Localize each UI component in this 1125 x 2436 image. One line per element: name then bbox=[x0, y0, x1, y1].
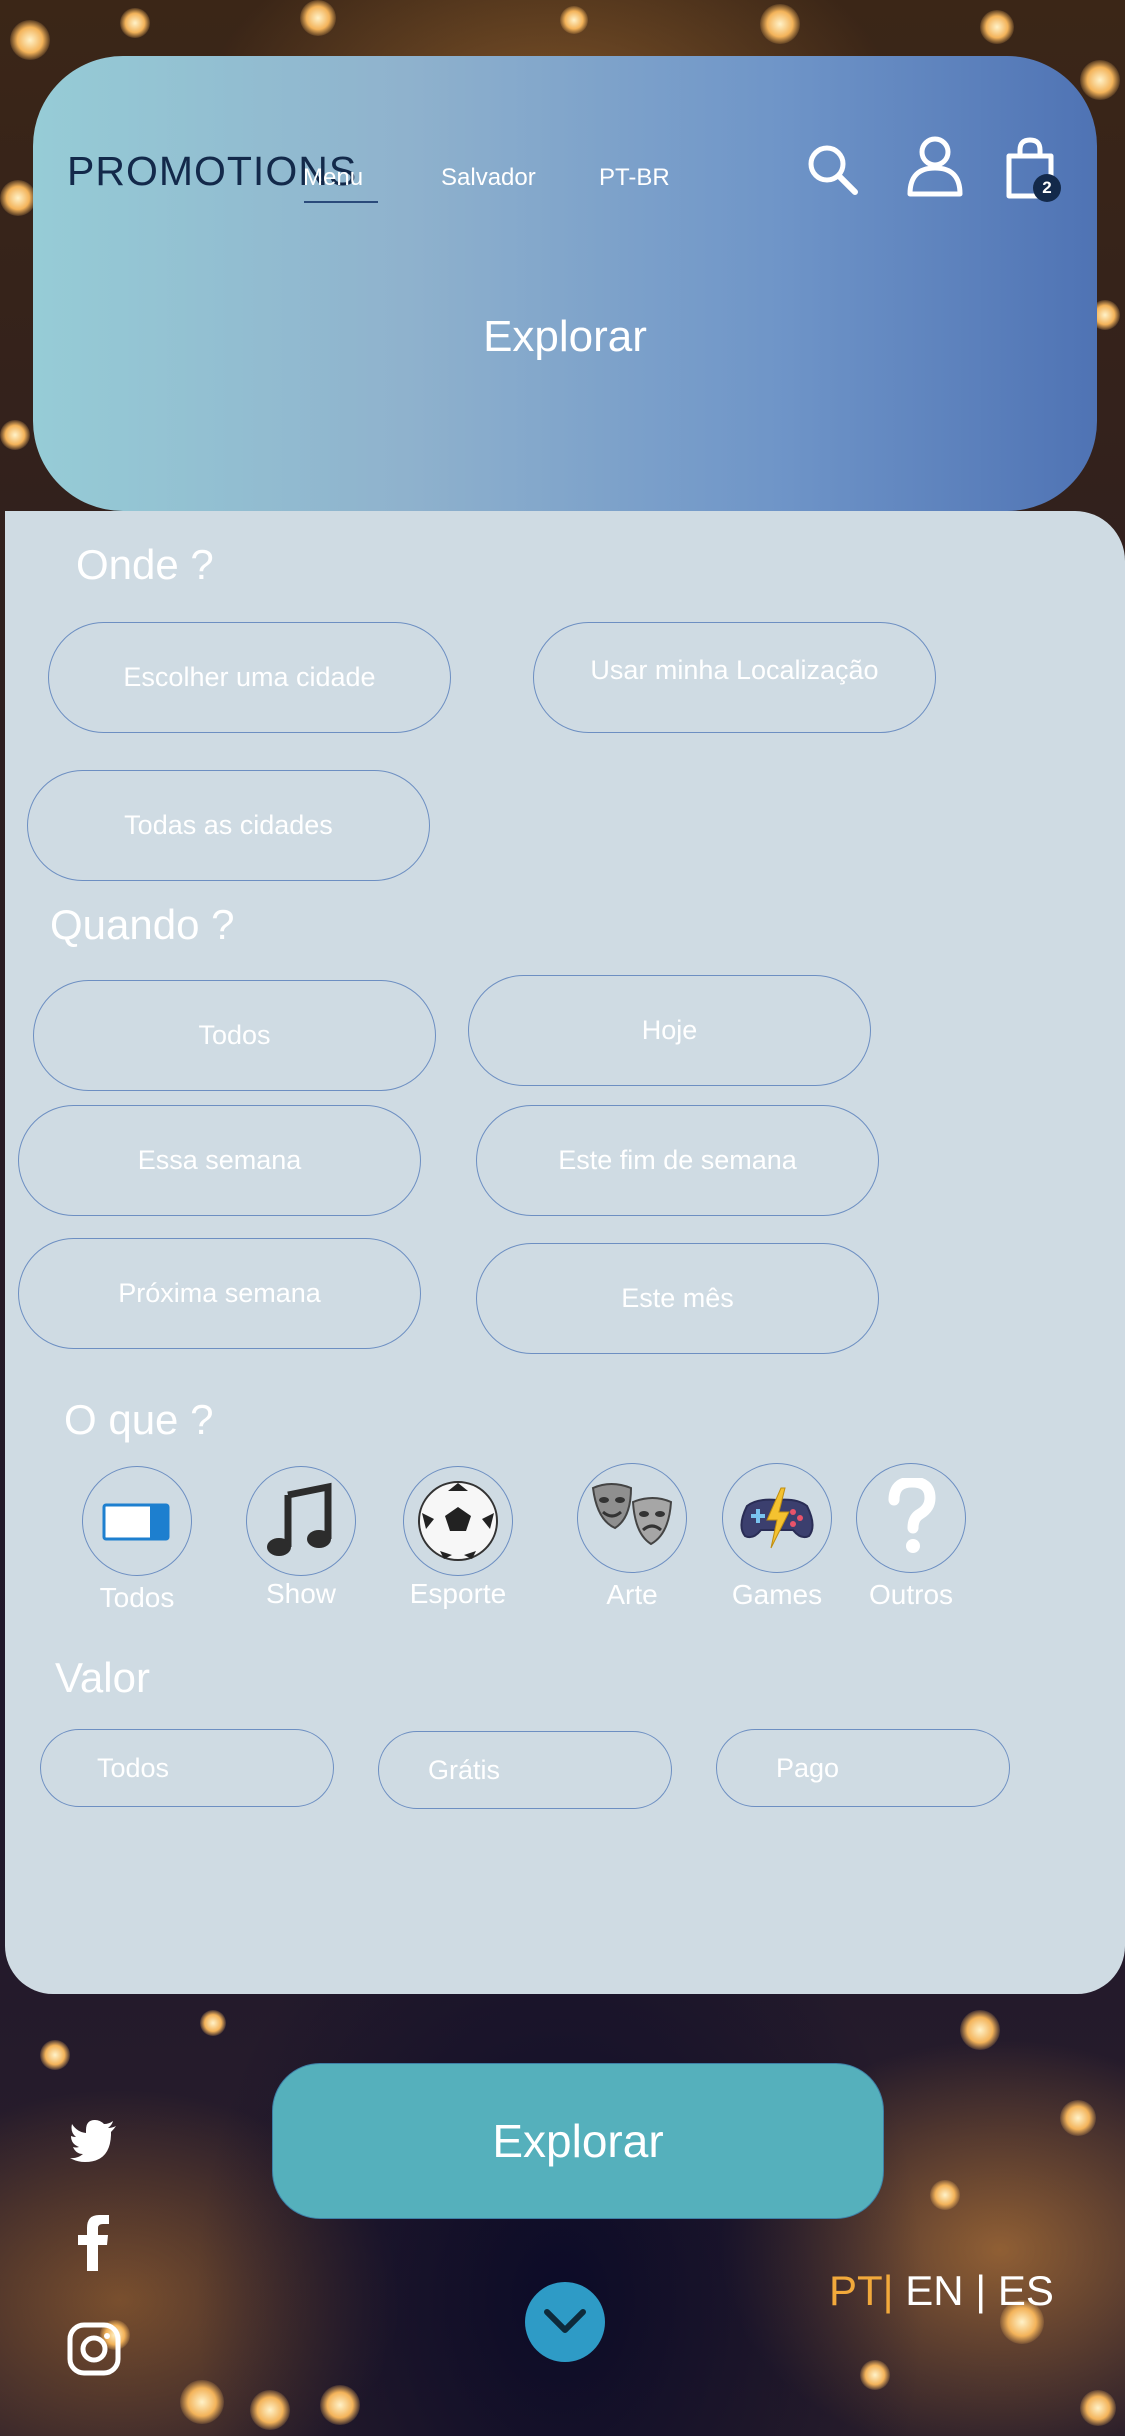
when-next-week-button[interactable]: Próxima semana bbox=[18, 1238, 421, 1349]
category-others[interactable]: Outros bbox=[855, 1463, 967, 1611]
filter-panel: Onde ? Escolher uma cidade Usar minha Lo… bbox=[5, 511, 1125, 1994]
nav-menu-underline bbox=[304, 201, 378, 203]
when-this-month-button[interactable]: Este mês bbox=[476, 1243, 879, 1354]
category-label: Todos bbox=[99, 1582, 175, 1613]
soccer-ball-icon bbox=[418, 1481, 498, 1561]
where-section-title: Onde ? bbox=[76, 541, 214, 588]
scroll-down-button[interactable] bbox=[525, 2282, 605, 2362]
price-section-title: Valor bbox=[55, 1654, 150, 1701]
when-all-button[interactable]: Todos bbox=[33, 980, 436, 1091]
toggle-icon bbox=[102, 1503, 170, 1541]
music-note-icon bbox=[267, 1482, 332, 1556]
language-separator: | bbox=[975, 2267, 987, 2314]
chevron-down-icon bbox=[544, 2309, 586, 2333]
price-free-button[interactable]: Grátis bbox=[378, 1731, 672, 1809]
explore-button[interactable]: Explorar bbox=[272, 2063, 884, 2219]
search-icon[interactable] bbox=[805, 142, 861, 203]
price-paid-button[interactable]: Pago bbox=[716, 1729, 1010, 1807]
question-mark-icon bbox=[888, 1478, 936, 1553]
when-this-week-button[interactable]: Essa semana bbox=[18, 1105, 421, 1216]
category-all[interactable]: Todos bbox=[81, 1466, 193, 1614]
category-label: Show bbox=[265, 1578, 337, 1609]
use-location-button[interactable]: Usar minha Localização bbox=[533, 622, 936, 733]
gamepad-icon bbox=[740, 1487, 814, 1549]
category-sports[interactable]: Esporte bbox=[402, 1466, 514, 1610]
instagram-icon[interactable] bbox=[67, 2322, 121, 2381]
facebook-icon[interactable] bbox=[78, 2215, 110, 2276]
page-title: Explorar bbox=[483, 312, 647, 361]
price-all-button[interactable]: Todos bbox=[40, 1729, 334, 1807]
when-section-title: Quando ? bbox=[50, 901, 235, 948]
all-cities-button[interactable]: Todas as cidades bbox=[27, 770, 430, 881]
cart-count-badge: 2 bbox=[1033, 174, 1061, 202]
nav-language-link[interactable]: PT-BR bbox=[599, 164, 670, 192]
when-today-button[interactable]: Hoje bbox=[468, 975, 871, 1086]
category-games[interactable]: Games bbox=[721, 1463, 833, 1611]
user-icon[interactable] bbox=[905, 134, 965, 203]
twitter-icon[interactable] bbox=[70, 2120, 118, 2167]
category-show[interactable]: Show bbox=[245, 1466, 357, 1610]
header-card: PROMOTIONS Menu Salvador PT-BR 2 Explora… bbox=[33, 56, 1097, 511]
category-art[interactable]: Arte bbox=[576, 1463, 688, 1611]
language-en[interactable]: EN bbox=[905, 2267, 963, 2314]
language-switcher: PT| EN | ES bbox=[829, 2267, 1054, 2315]
what-section-title: O que ? bbox=[64, 1396, 214, 1443]
category-label: Outros bbox=[868, 1579, 954, 1610]
category-label: Esporte bbox=[409, 1578, 507, 1609]
when-this-weekend-button[interactable]: Este fim de semana bbox=[476, 1105, 879, 1216]
language-es[interactable]: ES bbox=[998, 2267, 1054, 2314]
language-separator: | bbox=[882, 2267, 894, 2314]
choose-city-button[interactable]: Escolher uma cidade bbox=[48, 622, 451, 733]
theater-masks-icon bbox=[591, 1483, 673, 1546]
nav-menu-link[interactable]: Menu bbox=[303, 164, 363, 192]
language-pt[interactable]: PT bbox=[829, 2267, 883, 2314]
nav-city-link[interactable]: Salvador bbox=[441, 164, 536, 192]
